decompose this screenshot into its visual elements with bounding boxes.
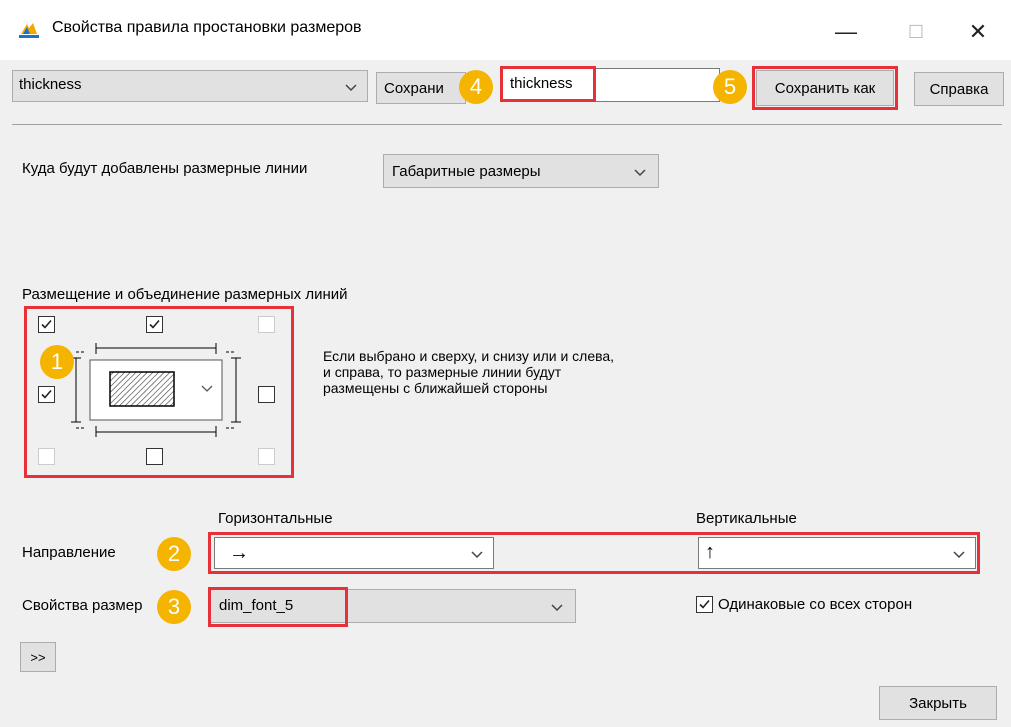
checkbox-top-left[interactable] — [38, 316, 55, 333]
badge-4: 4 — [459, 70, 493, 104]
check-icon — [699, 599, 710, 609]
close-icon: ✕ — [968, 19, 988, 44]
maximize-button[interactable]: ☐ — [893, 12, 939, 52]
chevron-down-icon — [345, 84, 357, 92]
expand-button[interactable]: >> — [20, 642, 56, 672]
check-icon — [41, 389, 52, 399]
maximize-icon: ☐ — [907, 21, 925, 42]
rule-select[interactable]: thickness — [12, 70, 368, 102]
checkbox-bottom-left[interactable] — [38, 448, 55, 465]
checkbox-right[interactable] — [258, 386, 275, 403]
badge-2: 2 — [157, 537, 191, 571]
placement-label: Размещение и объединение размерных линий — [22, 286, 348, 303]
dim-props-value: dim_font_5 — [219, 597, 294, 614]
close-window-button[interactable]: ✕ — [955, 12, 1001, 52]
arrow-up-icon: ↑ — [705, 541, 715, 563]
chevron-down-icon — [551, 604, 563, 612]
vertical-header: Вертикальные — [696, 510, 797, 527]
same-all-sides-checkbox[interactable] — [696, 596, 713, 613]
rule-name-input-text: thickness — [510, 75, 573, 92]
hint-line: Если выбрано и сверху, и снизу или и сле… — [323, 348, 615, 364]
checkbox-left[interactable] — [38, 386, 55, 403]
badge-1: 1 — [40, 345, 74, 379]
checkbox-bottom-right[interactable] — [258, 448, 275, 465]
same-all-sides-label: Одинаковые со всех сторон — [718, 596, 913, 613]
hint-line: размещены с ближайшей стороны — [323, 380, 548, 396]
direction-label: Направление — [22, 544, 116, 561]
window-title: Свойства правила простановки размеров — [52, 19, 362, 36]
target-select-value: Габаритные размеры — [392, 163, 541, 180]
save-button[interactable]: Сохрани — [376, 72, 466, 104]
chevron-down-icon — [471, 551, 483, 559]
badge-5: 5 — [713, 70, 747, 104]
chevron-down-icon — [953, 551, 965, 559]
placement-hint: Если выбрано и сверху, и снизу или и сле… — [323, 348, 614, 396]
checkbox-top-right[interactable] — [258, 316, 275, 333]
minimize-icon: — — [835, 19, 857, 44]
checkbox-top-center[interactable] — [146, 316, 163, 333]
minimize-button[interactable]: — — [823, 12, 869, 52]
check-icon — [149, 319, 160, 329]
horizontal-header: Горизонтальные — [218, 510, 333, 527]
badge-3: 3 — [157, 590, 191, 624]
chevron-down-icon — [634, 169, 646, 177]
dim-props-label: Свойства размер — [22, 597, 143, 614]
rule-select-value: thickness — [19, 76, 82, 93]
placement-diagram-icon — [71, 343, 241, 437]
vertical-direction-select[interactable]: ↑ — [698, 537, 976, 569]
checkbox-bottom-center[interactable] — [146, 448, 163, 465]
highlight-box-5 — [752, 66, 898, 110]
help-button[interactable]: Справка — [914, 72, 1004, 106]
arrow-right-icon: → — [229, 542, 249, 564]
target-select[interactable]: Габаритные размеры — [383, 154, 659, 188]
horizontal-direction-select[interactable]: → — [214, 537, 494, 569]
separator — [12, 124, 1002, 125]
close-button[interactable]: Закрыть — [879, 686, 997, 720]
hint-line: и справа, то размерные линии будут — [323, 364, 562, 380]
target-label: Куда будут добавлены размерные линии — [22, 160, 308, 177]
check-icon — [41, 319, 52, 329]
app-icon — [19, 23, 39, 38]
